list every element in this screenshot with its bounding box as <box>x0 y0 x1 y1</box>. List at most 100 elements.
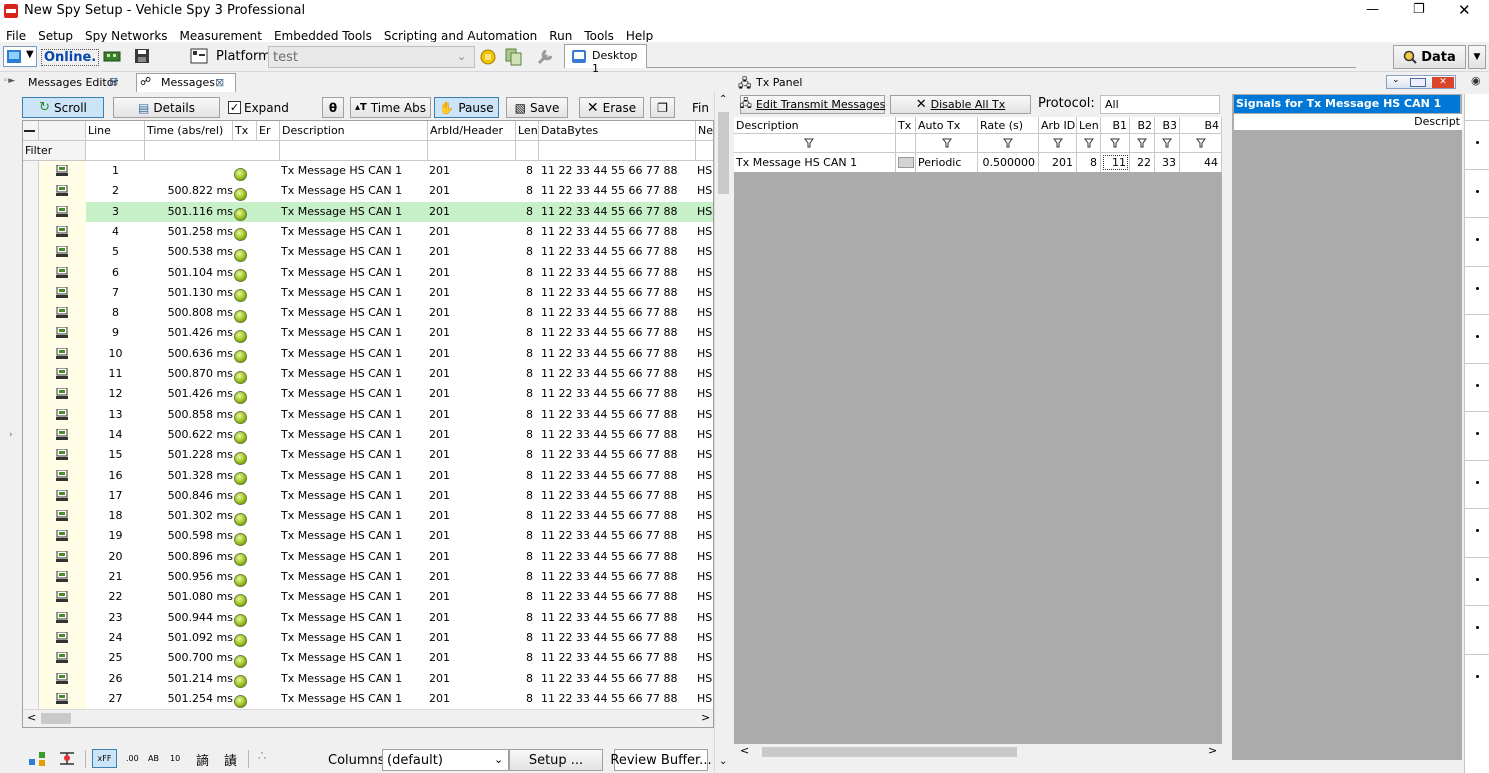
scroll-up-icon[interactable]: ⌃ <box>719 94 727 105</box>
table-row[interactable]: 22 501.080 ms Tx Message HS CAN 1 201 8 11 22… <box>23 587 713 607</box>
coin-icon[interactable] <box>480 49 496 65</box>
tx-grid[interactable]: Description Tx Message HS CAN 1 Tx Auto Tx P… <box>734 117 1222 760</box>
table-row[interactable]: 11 500.870 ms Tx Message HS CAN 1 201 8 11 22… <box>23 364 713 384</box>
filter-icon[interactable] <box>1162 138 1172 148</box>
tx-filter-cell[interactable] <box>1180 134 1222 153</box>
table-row[interactable]: 8 500.808 ms Tx Message HS CAN 1 201 8 11 22 … <box>23 303 713 323</box>
tx-col-tx[interactable]: Tx <box>896 117 916 134</box>
table-row[interactable]: 20 500.896 ms Tx Message HS CAN 1 201 8 11 22… <box>23 547 713 567</box>
restore-icon[interactable] <box>1410 78 1426 87</box>
table-row[interactable]: 5 500.538 ms Tx Message HS CAN 1 201 8 11 22 … <box>23 242 713 262</box>
tx-cell-auto_tx[interactable]: Periodic <box>916 153 978 172</box>
table-row[interactable]: 17 500.846 ms Tx Message HS CAN 1 201 8 11 22… <box>23 486 713 506</box>
col-arbid[interactable]: ArbId/Header <box>428 121 516 141</box>
table-row[interactable]: 27 501.254 ms Tx Message HS CAN 1 201 8 11 22… <box>23 689 713 709</box>
table-row[interactable]: 24 501.092 ms Tx Message HS CAN 1 201 8 11 22… <box>23 628 713 648</box>
tx-cell-desc[interactable]: Tx Message HS CAN 1 <box>734 153 896 172</box>
tx-col-len[interactable]: Len <box>1077 117 1101 134</box>
tx-cell-b1[interactable]: 11 <box>1101 153 1130 172</box>
table-row[interactable]: 23 500.944 ms Tx Message HS CAN 1 201 8 11 22… <box>23 608 713 628</box>
disable-all-tx-button[interactable]: ✕ Disable All Tx <box>890 95 1031 114</box>
table-row[interactable]: 4 501.258 ms Tx Message HS CAN 1 201 8 11 22 … <box>23 222 713 242</box>
edit-transmit-messages-button[interactable]: 🖧 Edit Transmit Messages <box>740 95 885 114</box>
sidebar-handle[interactable] <box>1476 335 1479 338</box>
chart-icon[interactable]: ∴ <box>258 749 266 764</box>
hex-signal-icon[interactable]: 謪 <box>196 750 209 769</box>
signal-icon[interactable]: 謮 <box>224 750 237 769</box>
data-dropdown[interactable]: ▼ <box>1468 45 1486 69</box>
camera-icon[interactable]: ◉ <box>1471 74 1481 87</box>
table-row[interactable]: 3 501.116 ms Tx Message HS CAN 1 201 8 11 22 … <box>23 201 713 222</box>
menu-spy-networks[interactable]: Spy Networks <box>85 29 168 43</box>
scroll-right-icon[interactable]: > <box>1208 744 1217 757</box>
filter-arbid[interactable] <box>428 141 516 161</box>
scroll-left-icon[interactable]: < <box>27 711 36 724</box>
sidebar-handle[interactable] <box>1476 626 1479 629</box>
tx-col-b1[interactable]: B1 <box>1101 117 1130 134</box>
table-row[interactable]: 14 500.622 ms Tx Message HS CAN 1 201 8 11 22… <box>23 425 713 445</box>
base10-button[interactable]: 10 <box>170 754 180 763</box>
table-row[interactable]: 7 501.130 ms Tx Message HS CAN 1 201 8 11 22 … <box>23 283 713 303</box>
sidebar-handle[interactable] <box>1476 189 1479 193</box>
scroll-right-icon[interactable]: > <box>701 711 710 724</box>
pause-button[interactable]: ✋ Pause <box>434 97 499 118</box>
tx-cell-b3[interactable]: 33 <box>1155 153 1180 172</box>
col-er[interactable]: Er <box>257 121 280 141</box>
table-row[interactable]: 13 500.858 ms Tx Message HS CAN 1 201 8 11 22… <box>23 405 713 425</box>
table-row[interactable]: 18 501.302 ms Tx Message HS CAN 1 201 8 11 22… <box>23 506 713 526</box>
filter-icon[interactable] <box>804 138 814 148</box>
table-row[interactable]: 6 501.104 ms Tx Message HS CAN 1 201 8 11 22 … <box>23 263 713 283</box>
save-icon[interactable] <box>134 48 150 64</box>
tx-horizontal-scrollbar[interactable]: < > <box>734 744 1222 760</box>
tx-col-b3[interactable]: B3 <box>1155 117 1180 134</box>
platform-icon[interactable] <box>190 48 210 64</box>
copy-icon[interactable] <box>505 48 523 66</box>
sidebar-handle[interactable] <box>1476 480 1479 484</box>
menu-setup[interactable]: Setup <box>38 29 73 43</box>
col-line[interactable]: Line <box>86 121 145 141</box>
ascii-format-button[interactable]: AB <box>148 754 159 763</box>
tx-filter-cell[interactable] <box>916 134 978 153</box>
sidebar-handle[interactable] <box>1476 432 1479 435</box>
review-buffer-button[interactable]: Review Buffer... <box>610 749 712 771</box>
tx-filter-cell[interactable] <box>734 134 896 153</box>
windows-button[interactable]: ❐ <box>650 97 675 118</box>
tx-col-rate[interactable]: Rate (s) <box>978 117 1039 134</box>
tx-enable-cell[interactable] <box>896 153 916 172</box>
save-log-button[interactable]: ▧ Save <box>506 97 568 118</box>
restore-icon[interactable]: ❐ <box>1413 2 1425 17</box>
tx-filter-cell[interactable] <box>1077 134 1101 153</box>
filter-icon[interactable] <box>1003 138 1013 148</box>
filter-network-icon[interactable] <box>58 750 76 766</box>
table-row[interactable]: 1 Tx Message HS CAN 1 201 8 11 22 33 44 55 6… <box>23 161 713 181</box>
find-button[interactable]: Fin <box>692 101 709 115</box>
table-row[interactable]: 15 501.228 ms Tx Message HS CAN 1 201 8 11 22… <box>23 445 713 465</box>
sidebar-handle[interactable] <box>1476 238 1479 241</box>
sort-button[interactable]: θ <box>322 97 344 118</box>
menu-tools[interactable]: Tools <box>584 29 614 43</box>
table-row[interactable]: 25 500.700 ms Tx Message HS CAN 1 201 8 11 22… <box>23 648 713 668</box>
data-button[interactable]: Data <box>1393 45 1466 69</box>
tx-cell-len[interactable]: 8 <box>1077 153 1101 172</box>
menu-embedded-tools[interactable]: Embedded Tools <box>274 29 372 43</box>
close-icon[interactable]: ✕ <box>1432 77 1454 88</box>
tx-enable-toggle[interactable] <box>898 157 914 168</box>
menu-help[interactable]: Help <box>626 29 653 43</box>
tx-cell-b2[interactable]: 22 <box>1130 153 1155 172</box>
decimal-format-button[interactable]: .00 <box>126 754 139 763</box>
splitter[interactable] <box>1222 92 1232 773</box>
sidebar-handle[interactable] <box>1476 383 1479 387</box>
close-icon[interactable]: ⊠ <box>215 76 224 89</box>
filter-description[interactable] <box>280 141 428 161</box>
menu-file[interactable]: File <box>6 29 26 43</box>
sidebar-handle[interactable] <box>1476 529 1479 532</box>
menu-measurement[interactable]: Measurement <box>180 29 262 43</box>
online-status[interactable]: Online. <box>41 49 100 66</box>
close-icon[interactable]: ⊠ <box>109 75 118 88</box>
sidebar-handle[interactable] <box>1476 286 1479 290</box>
table-row[interactable]: 12 501.426 ms Tx Message HS CAN 1 201 8 11 22… <box>23 384 713 404</box>
col-databytes[interactable]: DataBytes <box>539 121 696 141</box>
table-row[interactable]: 16 501.328 ms Tx Message HS CAN 1 201 8 11 22… <box>23 466 713 486</box>
scroll-button[interactable]: ↻ Scroll <box>22 97 104 118</box>
filter-icon[interactable] <box>1110 138 1120 148</box>
